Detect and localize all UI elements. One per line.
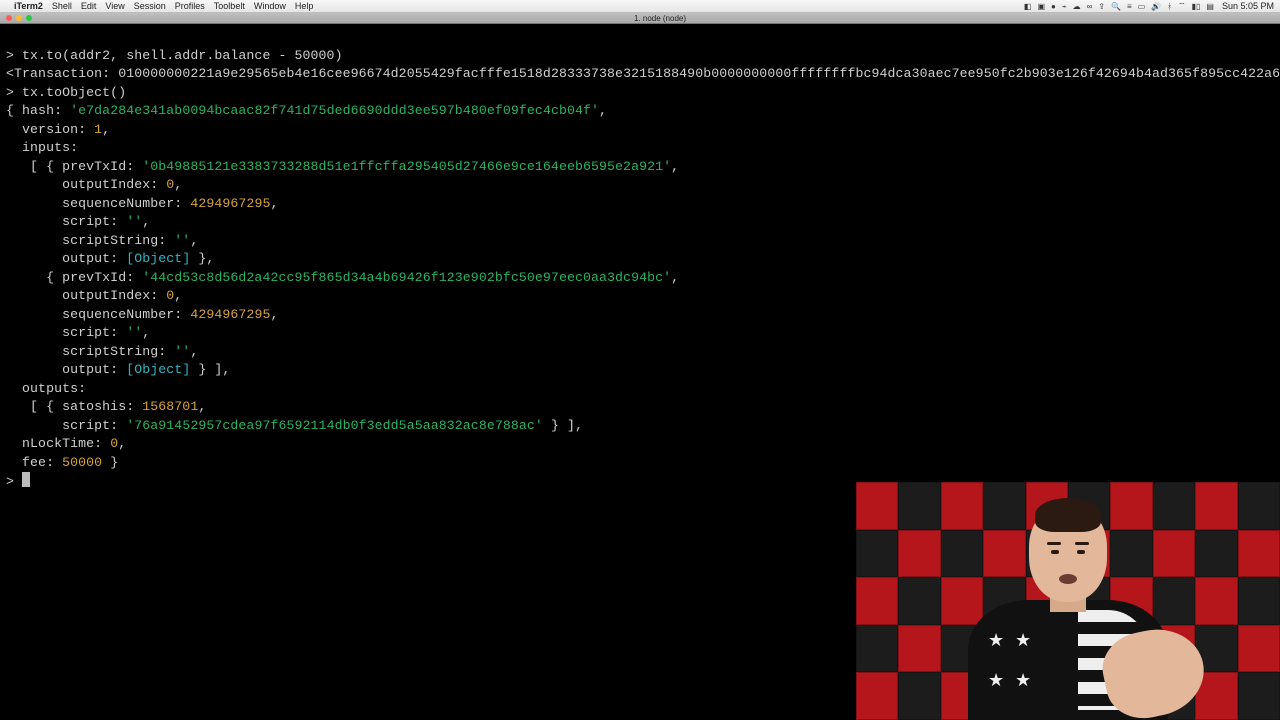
status-icon[interactable]: ▣ [1037, 2, 1045, 11]
input-1-prevtxid: '44cd53c8d56d2a42cc95f865d34a4b69426f123… [142, 270, 671, 285]
menu-shell[interactable]: Shell [52, 1, 72, 11]
menubar-app-name[interactable]: iTerm2 [14, 1, 43, 11]
obj-open: { hash: [6, 103, 70, 118]
tab-title[interactable]: 1. node (node) [40, 14, 1280, 23]
zoom-icon[interactable] [26, 15, 32, 21]
window-traffic-lights[interactable] [6, 15, 32, 21]
menubar-clock[interactable]: Sun 5:05 PM [1222, 1, 1274, 11]
outputs-label: outputs: [6, 381, 86, 396]
tx-hex: 010000000221a9e29565eb4e16cee96674d20554… [118, 66, 1280, 81]
sequence-number: 4294967295 [190, 196, 270, 211]
prompt: > [6, 474, 14, 489]
prompt: > [6, 85, 14, 100]
version-value: 1 [94, 122, 102, 137]
bluetooth-icon[interactable]: ᚼ [1167, 2, 1172, 11]
nlocktime-value: 0 [110, 436, 118, 451]
terminal-cursor [22, 472, 30, 487]
cmd-line: tx.to(addr2, shell.addr.balance - 50000) [22, 48, 343, 63]
presenter-figure [938, 520, 1198, 720]
hash-value: 'e7da284e341ab0094bcaac82f741d75ded6690d… [70, 103, 599, 118]
volume-icon[interactable]: 🔊 [1151, 2, 1161, 11]
status-icon[interactable]: ● [1051, 2, 1056, 11]
prompt: > [6, 48, 14, 63]
output-line: <Transaction: [6, 66, 118, 81]
inputs-label: inputs: [6, 140, 78, 155]
satoshis-value: 1568701 [142, 399, 198, 414]
fee-value: 50000 [62, 455, 102, 470]
input-0-prevtxid: '0b49885121e3383733288d51e1ffcffa295405d… [142, 159, 671, 174]
menu-profiles[interactable]: Profiles [175, 1, 205, 11]
status-icon[interactable]: ⌁ [1062, 2, 1067, 11]
output-script: '76a91452957cdea97f6592114db0f3edd5a5aa8… [126, 418, 543, 433]
flag-icon[interactable]: ▤ [1206, 2, 1214, 11]
input-1-open: { prevTxId: [6, 270, 142, 285]
minimize-icon[interactable] [16, 15, 22, 21]
terminal-output[interactable]: > tx.to(addr2, shell.addr.balance - 5000… [0, 24, 1280, 496]
macos-menubar: iTerm2 Shell Edit View Session Profiles … [0, 0, 1280, 13]
menu-help[interactable]: Help [295, 1, 314, 11]
menu-edit[interactable]: Edit [81, 1, 97, 11]
cmd-line: tx.toObject() [22, 85, 126, 100]
status-icon[interactable]: ∞ [1087, 2, 1093, 11]
object-ref: [Object] [126, 251, 190, 266]
status-icon[interactable]: ☁ [1073, 2, 1081, 11]
menu-session[interactable]: Session [134, 1, 166, 11]
sequence-number: 4294967295 [190, 307, 270, 322]
status-icon[interactable]: ◧ [1024, 2, 1032, 11]
status-icon[interactable]: ≡ [1127, 2, 1132, 11]
wifi-icon[interactable]: ⌔ [1178, 1, 1186, 11]
status-icon[interactable]: ⇪ [1098, 2, 1105, 11]
menu-toolbelt[interactable]: Toolbelt [214, 1, 245, 11]
input-0-open: [ { prevTxId: [6, 159, 142, 174]
menu-view[interactable]: View [105, 1, 124, 11]
version-label: version: [6, 122, 94, 137]
menu-window[interactable]: Window [254, 1, 286, 11]
window-titlebar: 1. node (node) [0, 13, 1280, 24]
close-icon[interactable] [6, 15, 12, 21]
search-icon[interactable]: 🔍 [1111, 2, 1121, 11]
webcam-overlay [856, 482, 1280, 720]
object-ref: [Object] [126, 362, 190, 377]
display-icon[interactable]: ▭ [1138, 2, 1146, 11]
battery-icon[interactable]: ▮▯ [1192, 2, 1201, 11]
